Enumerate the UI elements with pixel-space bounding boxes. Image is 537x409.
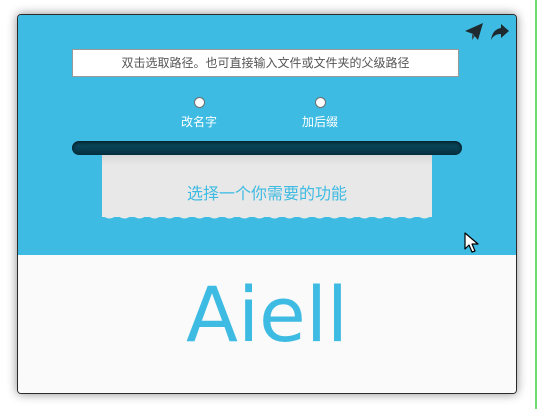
share-icon[interactable] bbox=[490, 22, 510, 42]
rename-radio[interactable] bbox=[193, 97, 205, 108]
add-suffix-radio[interactable] bbox=[314, 97, 326, 108]
path-input[interactable] bbox=[72, 49, 459, 77]
add-suffix-label: 加后缀 bbox=[301, 115, 338, 129]
app-window: 改名字 加后缀 选择一个你需要的功能 Aiell bbox=[17, 14, 517, 394]
top-pane: 改名字 加后缀 选择一个你需要的功能 bbox=[18, 15, 516, 255]
feature-panel[interactable]: 选择一个你需要的功能 bbox=[102, 151, 432, 217]
logo-text: Aiell bbox=[185, 270, 349, 359]
feature-prompt: 选择一个你需要的功能 bbox=[186, 184, 347, 203]
paper-scalloped-edge bbox=[102, 211, 432, 219]
option-add-suffix[interactable]: 加后缀 bbox=[280, 97, 360, 130]
paper-slot bbox=[72, 141, 462, 155]
send-icon[interactable] bbox=[464, 22, 484, 42]
option-rename[interactable]: 改名字 bbox=[159, 97, 239, 130]
bottom-pane: Aiell bbox=[18, 255, 516, 393]
titlebar-icons bbox=[464, 22, 510, 42]
rename-label: 改名字 bbox=[180, 115, 217, 129]
mouse-cursor-icon bbox=[464, 232, 479, 253]
